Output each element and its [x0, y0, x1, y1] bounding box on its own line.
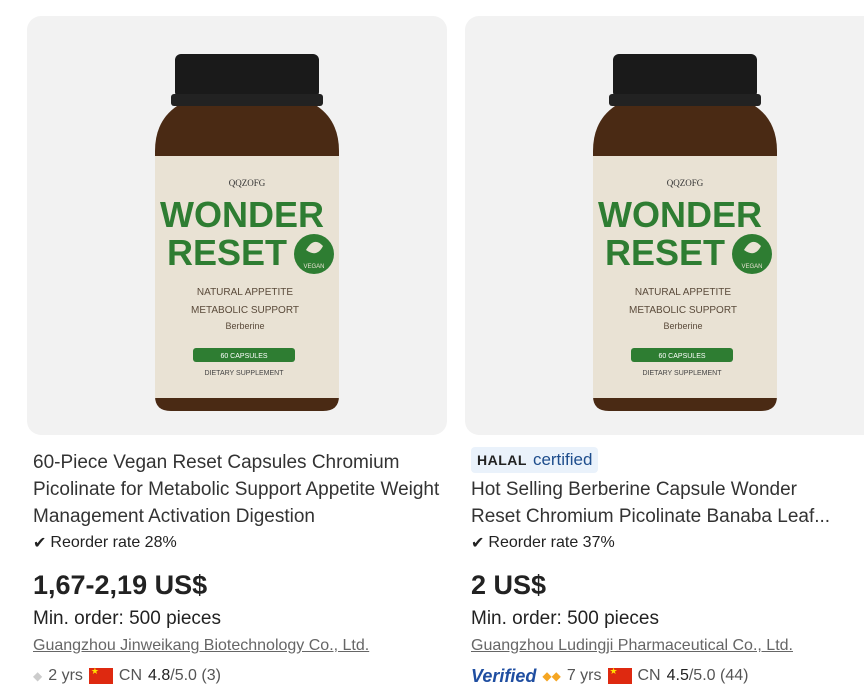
label-title-2: RESET	[605, 232, 725, 273]
reorder-rate: ✔ Reorder rate 28%	[33, 534, 177, 552]
label-line-2: METABOLIC SUPPORT	[629, 305, 737, 316]
rating: 4.5/5.0 (44)	[666, 667, 749, 684]
rating: 4.8/5.0 (3)	[148, 667, 221, 684]
years: 7 yrs	[566, 667, 602, 684]
label-line-3: Berberine	[663, 321, 702, 331]
vegan-leaf-icon: VEGAN	[294, 234, 334, 274]
price: 2 US$	[471, 570, 547, 600]
label-count: 60 CAPSULES	[658, 353, 705, 360]
label-line-1: NATURAL APPETITE	[635, 287, 731, 298]
check-icon: ✔	[33, 535, 47, 552]
supplier-meta: ◆ 2 yrs CN 4.8/5.0 (3)	[33, 664, 221, 688]
label-line-1: NATURAL APPETITE	[197, 287, 293, 298]
price: 1,67-2,19 US$	[33, 570, 208, 600]
product-title[interactable]: Hot Selling Berberine Capsule Wonder Res…	[471, 476, 864, 530]
china-flag-icon	[607, 666, 632, 684]
min-order: Min. order: 500 pieces	[471, 608, 659, 629]
product-image[interactable]: QQZOFG WONDER RESET VEGAN NATURAL APPETI…	[27, 16, 447, 435]
label-title-1: WONDER	[598, 194, 762, 235]
label-brand: QQZOFG	[667, 178, 704, 188]
label-title-1: WONDER	[160, 194, 324, 235]
label-brand: QQZOFG	[229, 178, 266, 188]
country: CN	[118, 667, 143, 684]
supplier-link[interactable]: Guangzhou Ludingji Pharmaceutical Co., L…	[471, 637, 793, 655]
years: 2 yrs	[48, 667, 83, 684]
svg-text:VEGAN: VEGAN	[303, 264, 324, 270]
diamond-icon: ◆	[33, 669, 43, 683]
label-line-3: Berberine	[225, 321, 264, 331]
check-icon: ✔	[471, 535, 485, 552]
halal-certified-badge: HALAL certified	[471, 447, 599, 473]
china-flag-icon	[88, 666, 113, 684]
svg-text:VEGAN: VEGAN	[741, 264, 762, 270]
label-footer: DIETARY SUPPLEMENT	[643, 370, 723, 377]
vegan-leaf-icon: VEGAN	[732, 234, 772, 274]
product-title[interactable]: 60-Piece Vegan Reset Capsules Chromium P…	[33, 449, 443, 530]
diamond-icon: ◆◆	[542, 669, 561, 683]
supplier-meta: Verified ◆◆ 7 yrs CN 4.5/5.0 (44)	[471, 664, 748, 688]
min-order: Min. order: 500 pieces	[33, 608, 221, 629]
country: CN	[637, 667, 661, 684]
label-footer: DIETARY SUPPLEMENT	[205, 370, 285, 377]
label-count: 60 CAPSULES	[220, 353, 267, 360]
reorder-rate: ✔ Reorder rate 37%	[471, 534, 615, 552]
label-title-2: RESET	[167, 232, 287, 273]
supplier-link[interactable]: Guangzhou Jinweikang Biotechnology Co., …	[33, 637, 369, 655]
verified-badge[interactable]: Verified	[471, 666, 536, 687]
product-image[interactable]: QQZOFG WONDER RESET VEGAN NATURAL APPETI…	[465, 16, 864, 435]
label-line-2: METABOLIC SUPPORT	[191, 305, 299, 316]
